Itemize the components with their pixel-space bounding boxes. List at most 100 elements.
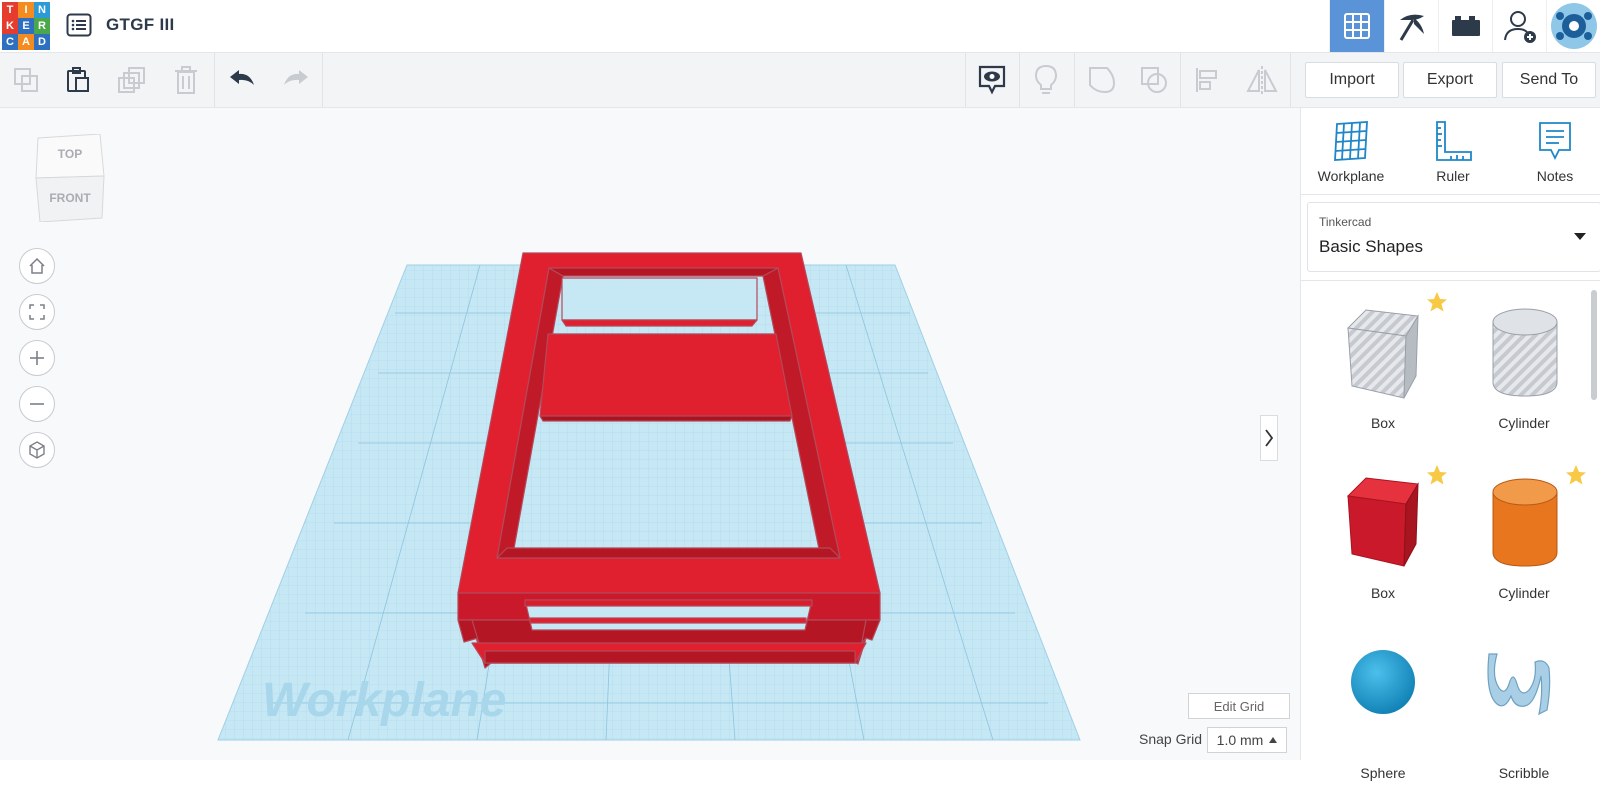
scribble-icon xyxy=(1487,653,1551,716)
logo-letter: A xyxy=(18,34,34,50)
toolbar-divider xyxy=(1074,53,1075,107)
notes-tool-label: Notes xyxy=(1536,168,1574,184)
lightbulb-icon xyxy=(1034,64,1058,94)
align-icon xyxy=(1196,68,1217,92)
home-view-button[interactable] xyxy=(19,248,55,284)
zoom-in-button[interactable] xyxy=(19,340,55,376)
list-menu-icon xyxy=(66,13,92,37)
edit-toolbar: Import Export Send To xyxy=(0,53,1600,108)
undo-button[interactable] xyxy=(216,53,268,107)
circuits-button[interactable] xyxy=(1384,0,1439,52)
redo-icon xyxy=(284,70,308,85)
ruler-tool-label: Ruler xyxy=(1436,168,1470,184)
caret-up-icon xyxy=(1269,737,1278,743)
shapes-panel: Workplane Ruler Notes Tinkercad Basic Sh… xyxy=(1300,108,1600,781)
logo-letter: E xyxy=(18,18,34,34)
user-avatar-icon xyxy=(1551,3,1597,49)
group-icon xyxy=(1089,67,1116,94)
send-to-button[interactable]: Send To xyxy=(1502,62,1596,98)
tinkercad-logo[interactable]: T I N K E R C A D xyxy=(2,2,50,50)
blue-sphere-icon xyxy=(1351,650,1415,714)
logo-letter: N xyxy=(34,2,50,18)
design-list-menu-button[interactable] xyxy=(66,13,92,37)
mirror-button[interactable] xyxy=(1236,53,1288,107)
ruler-tool-button[interactable]: Ruler xyxy=(1408,120,1498,184)
duplicate-icon xyxy=(118,67,145,93)
duplicate-button[interactable] xyxy=(106,53,158,107)
trash-icon xyxy=(175,66,197,94)
workplane-grid-icon xyxy=(1334,121,1368,161)
workplane-scene[interactable]: Workplane xyxy=(0,108,1300,760)
shape-label: Cylinder xyxy=(1498,415,1550,431)
view-cube-front-label[interactable]: FRONT xyxy=(34,191,106,205)
workplane-tool-button[interactable]: Workplane xyxy=(1306,120,1396,184)
logo-letter: C xyxy=(2,34,18,50)
redo-button[interactable] xyxy=(270,53,322,107)
zoom-out-button[interactable] xyxy=(19,386,55,422)
shape-scribble[interactable]: Scribble xyxy=(1459,640,1589,790)
snap-grid-label: Snap Grid xyxy=(1139,731,1203,747)
grid-view-icon xyxy=(1344,13,1370,39)
top-bar: T I N K E R C A D GTGF III xyxy=(0,0,1600,53)
perspective-toggle-button[interactable] xyxy=(19,432,55,468)
snap-grid-select[interactable]: 1.0 mm xyxy=(1207,727,1287,753)
toolbar-divider xyxy=(1290,53,1291,107)
copy-button[interactable] xyxy=(0,53,52,107)
brick-icon xyxy=(1452,16,1480,36)
delete-button[interactable] xyxy=(160,53,212,107)
mirror-icon xyxy=(1246,66,1278,94)
paste-button[interactable] xyxy=(52,53,104,107)
dropdown-caret-icon xyxy=(1574,233,1586,240)
invite-user-button[interactable] xyxy=(1492,0,1547,52)
toolbar-divider xyxy=(214,53,215,107)
ruler-icon xyxy=(1436,121,1472,161)
logo-letter: T xyxy=(2,2,18,18)
workplane-tool-label: Workplane xyxy=(1317,168,1385,184)
minus-icon xyxy=(30,403,44,405)
panel-scrollbar[interactable] xyxy=(1591,290,1597,400)
shape-cylinder-hole[interactable]: Cylinder xyxy=(1459,290,1589,440)
library-name: Basic Shapes xyxy=(1319,237,1423,256)
cube-perspective-icon xyxy=(29,441,45,459)
view-cube-top-label[interactable]: TOP xyxy=(34,147,106,161)
design-title[interactable]: GTGF III xyxy=(106,15,175,35)
copy-icon xyxy=(14,68,38,92)
import-button[interactable]: Import xyxy=(1305,62,1399,98)
chevron-right-icon xyxy=(1265,429,1274,447)
toolbar-divider xyxy=(1180,53,1181,107)
align-button[interactable] xyxy=(1182,53,1234,107)
favorite-star-icon[interactable] xyxy=(1426,291,1448,313)
edit-grid-button[interactable]: Edit Grid xyxy=(1188,693,1290,719)
logo-letter: I xyxy=(18,2,34,18)
logo-letter: K xyxy=(2,18,18,34)
favorite-star-icon[interactable] xyxy=(1565,464,1587,486)
shape-label: Cylinder xyxy=(1498,585,1550,601)
notes-tool-button[interactable]: Notes xyxy=(1510,120,1600,184)
user-avatar-button[interactable] xyxy=(1546,0,1600,52)
library-category: Tinkercad xyxy=(1319,215,1372,229)
shape-sphere[interactable]: Sphere xyxy=(1318,640,1448,790)
fit-icon xyxy=(29,304,45,320)
ungroup-button[interactable] xyxy=(1128,53,1180,107)
panel-collapse-button[interactable] xyxy=(1260,415,1278,461)
show-hide-notes-button[interactable] xyxy=(966,53,1018,107)
plus-icon xyxy=(30,351,44,365)
3d-viewport[interactable]: Workplane TOP FRONT Edit Grid Snap Grid … xyxy=(0,108,1300,760)
bricks-button[interactable] xyxy=(1438,0,1493,52)
logo-letter: D xyxy=(34,34,50,50)
fit-view-button[interactable] xyxy=(19,294,55,330)
home-icon xyxy=(29,257,45,274)
view-cube[interactable]: TOP FRONT xyxy=(34,133,106,227)
export-button[interactable]: Export xyxy=(1403,62,1497,98)
favorite-star-icon[interactable] xyxy=(1426,464,1448,486)
panel-divider xyxy=(1301,194,1600,195)
hint-button[interactable] xyxy=(1020,53,1072,107)
shape-label: Box xyxy=(1370,415,1396,431)
paste-icon xyxy=(67,67,89,92)
3d-design-view-button[interactable] xyxy=(1329,0,1384,52)
group-button[interactable] xyxy=(1076,53,1128,107)
shape-library-select[interactable]: Tinkercad Basic Shapes xyxy=(1307,202,1600,272)
workplane-watermark: Workplane xyxy=(262,674,507,727)
panel-divider xyxy=(1301,280,1600,281)
eye-speech-icon xyxy=(978,65,1006,95)
